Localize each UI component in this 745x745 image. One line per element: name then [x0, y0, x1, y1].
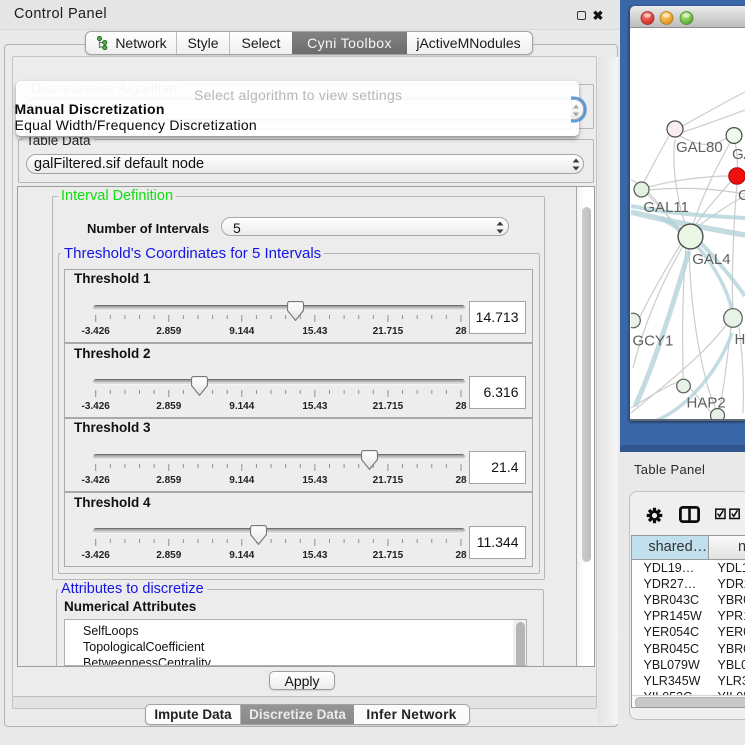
svg-text:CD: CD: [738, 187, 745, 204]
svg-text:GCY1: GCY1: [633, 333, 674, 350]
svg-text:GAL4: GAL4: [692, 251, 730, 268]
svg-text:HAP2: HAP2: [687, 395, 726, 412]
svg-text:GAL11: GAL11: [643, 199, 689, 216]
svg-text:GA: GA: [732, 146, 745, 163]
svg-text:GAL80: GAL80: [676, 139, 723, 156]
svg-text:H: H: [735, 331, 745, 348]
